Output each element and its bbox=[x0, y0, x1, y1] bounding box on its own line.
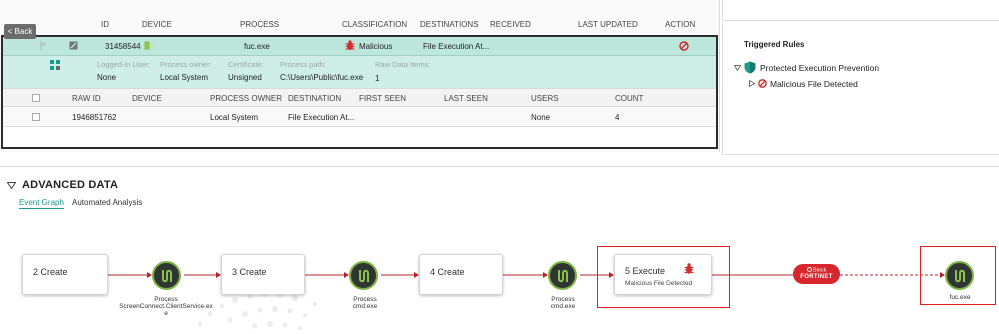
fortinet-logo: FORTINET bbox=[800, 274, 833, 280]
alerts-panel: ID DEVICE PROCESS CLASSIFICATION DESTINA… bbox=[0, 0, 720, 152]
col-received[interactable]: RECEIVED bbox=[490, 20, 531, 29]
malicious-bug-icon bbox=[345, 40, 355, 53]
rule-name[interactable]: Malicious File Detected bbox=[770, 79, 858, 89]
alert-destinations: File Execution At... bbox=[423, 42, 490, 51]
process-name-text: ScreenConnect.ClientService.ex bbox=[119, 303, 213, 310]
selected-alert: 31458544 fuc.exe Malicious File Executio… bbox=[1, 35, 718, 149]
raw-data-items-label: Raw Data Items: bbox=[375, 60, 431, 69]
advanced-data-title: ADVANCED DATA bbox=[22, 179, 119, 191]
process-name-text: cmd.exe bbox=[550, 303, 576, 310]
target-process-label: fuc.exe bbox=[949, 294, 971, 301]
col-process[interactable]: PROCESS bbox=[240, 20, 279, 29]
process-type-text: Process bbox=[154, 296, 178, 303]
process-node-label: Process cmd.exe bbox=[335, 296, 395, 310]
triggered-rules-panel: Triggered Rules Protected Execution Prev… bbox=[722, 0, 999, 155]
process-path-label: Process path: bbox=[280, 60, 326, 69]
process-node-label: Process cmd.exe bbox=[533, 296, 593, 310]
raw-users-value: None bbox=[531, 113, 551, 122]
shield-icon bbox=[744, 61, 756, 76]
event-node-label: 2 Create bbox=[33, 267, 68, 277]
col-device[interactable]: DEVICE bbox=[142, 20, 172, 29]
process-owner-label: Process owner: bbox=[160, 60, 212, 69]
back-button[interactable]: < Back bbox=[4, 24, 36, 39]
logged-in-user-value: None bbox=[97, 73, 117, 82]
process-node[interactable] bbox=[548, 261, 577, 290]
divider bbox=[723, 20, 999, 21]
process-name-text: cmd.exe bbox=[352, 303, 378, 310]
process-name-wrap-text: e bbox=[164, 310, 168, 317]
col-id[interactable]: ID bbox=[101, 20, 109, 29]
col-raw-device[interactable]: DEVICE bbox=[132, 94, 162, 103]
tab-automated-analysis[interactable]: Automated Analysis bbox=[72, 198, 142, 207]
block-label: Block bbox=[793, 267, 840, 274]
raw-id-value: 1946851762 bbox=[72, 113, 117, 122]
fortinet-block-badge[interactable]: Block FORTINET bbox=[793, 264, 840, 284]
process-icon bbox=[557, 269, 568, 282]
collapse-triangle-icon[interactable] bbox=[749, 79, 756, 89]
process-node[interactable] bbox=[152, 261, 181, 290]
alerts-table-header: ID DEVICE PROCESS CLASSIFICATION DESTINA… bbox=[0, 0, 720, 36]
col-destination[interactable]: DESTINATION bbox=[288, 94, 341, 103]
col-classification[interactable]: CLASSIFICATION bbox=[342, 20, 407, 29]
process-node[interactable] bbox=[349, 261, 378, 290]
table-row[interactable]: 1946851762 Local System File Execution A… bbox=[3, 107, 716, 127]
alert-process: fuc.exe bbox=[244, 42, 270, 51]
event-node-create-4[interactable]: 4 Create bbox=[419, 254, 503, 295]
raw-data-items-value: 1 bbox=[375, 74, 380, 83]
block-action-icon[interactable] bbox=[679, 41, 689, 53]
col-raw-id[interactable]: RAW ID bbox=[72, 94, 101, 103]
event-node-label: 3 Create bbox=[232, 267, 267, 277]
certificate-label: Certificate: bbox=[228, 60, 264, 69]
block-text: Block bbox=[813, 267, 827, 274]
expand-triangle-icon[interactable] bbox=[733, 64, 742, 73]
raw-process-owner-value: Local System bbox=[210, 113, 259, 122]
col-last-seen[interactable]: LAST SEEN bbox=[444, 94, 488, 103]
process-owner-value: Local System bbox=[160, 73, 209, 82]
col-last-updated[interactable]: LAST UPDATED bbox=[578, 20, 638, 29]
process-icon bbox=[161, 269, 172, 282]
event-node-execute-5[interactable]: 5 Execute Malicious File Detected bbox=[614, 254, 712, 295]
select-all-checkbox[interactable] bbox=[32, 94, 40, 102]
event-node-sublabel: Malicious File Detected bbox=[625, 280, 693, 287]
block-rule-icon bbox=[758, 79, 767, 90]
process-icon bbox=[358, 269, 369, 282]
process-node-label: Process ScreenConnect.ClientService.ex e bbox=[110, 296, 222, 317]
col-process-owner[interactable]: PROCESS OWNER bbox=[210, 94, 282, 103]
process-icon bbox=[954, 269, 965, 282]
process-type-text: Process bbox=[353, 296, 377, 303]
flag-icon[interactable] bbox=[40, 41, 48, 52]
col-action[interactable]: ACTION bbox=[665, 20, 695, 29]
selected-alert-row[interactable]: 31458544 fuc.exe Malicious File Executio… bbox=[3, 37, 716, 56]
malicious-bug-icon bbox=[684, 263, 694, 277]
col-first-seen[interactable]: FIRST SEEN bbox=[359, 94, 406, 103]
alert-id: 31458544 bbox=[105, 42, 141, 51]
process-path-value: C:\Users\Public\fuc.exe bbox=[280, 73, 364, 82]
event-node-label: 5 Execute bbox=[625, 266, 666, 276]
row-checkbox[interactable] bbox=[32, 113, 40, 121]
collapse-chevron-icon[interactable] bbox=[6, 182, 17, 191]
col-count[interactable]: COUNT bbox=[615, 94, 643, 103]
alert-details: Logged-in User: None Process owner: Loca… bbox=[3, 56, 716, 88]
event-node-create-2[interactable]: 2 Create bbox=[22, 254, 108, 295]
block-small-icon bbox=[806, 267, 812, 272]
raw-count-value: 4 bbox=[615, 113, 620, 122]
raw-destination-value: File Execution At... bbox=[288, 113, 355, 122]
device-os-icon bbox=[144, 41, 154, 52]
col-destinations[interactable]: DESTINATIONS bbox=[420, 20, 479, 29]
policy-name[interactable]: Protected Execution Prevention bbox=[760, 63, 879, 73]
event-node-label: 4 Create bbox=[430, 267, 465, 277]
logged-in-user-label: Logged-in User: bbox=[97, 60, 151, 69]
certificate-value: Unsigned bbox=[228, 73, 262, 82]
group-icon bbox=[50, 60, 60, 72]
raw-data-header: RAW ID DEVICE PROCESS OWNER DESTINATION … bbox=[3, 88, 716, 107]
process-node[interactable] bbox=[945, 261, 974, 290]
process-type-text: Process bbox=[551, 296, 575, 303]
edit-icon[interactable] bbox=[69, 41, 78, 52]
col-users[interactable]: USERS bbox=[531, 94, 559, 103]
triggered-rules-title: Triggered Rules bbox=[744, 40, 805, 49]
alert-classification: Malicious bbox=[359, 42, 393, 51]
tab-event-graph[interactable]: Event Graph bbox=[19, 198, 64, 209]
event-node-create-3[interactable]: 3 Create bbox=[221, 254, 305, 295]
